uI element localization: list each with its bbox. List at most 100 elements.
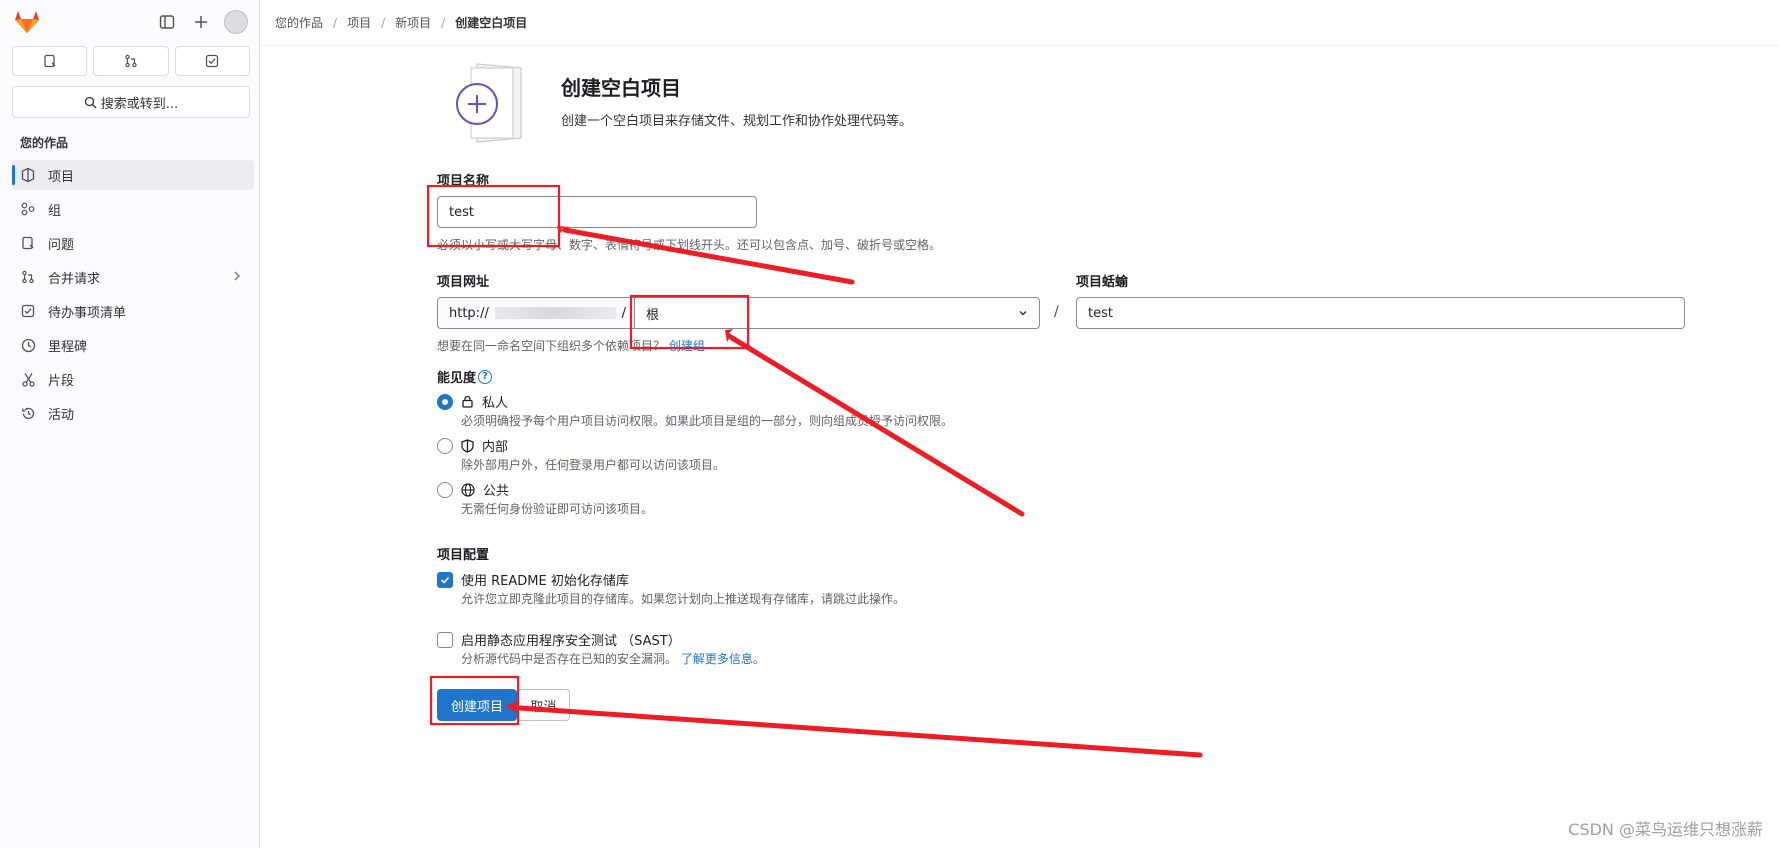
- project-config-label: 项目配置: [437, 548, 490, 563]
- sidebar-item-groups[interactable]: 组: [12, 194, 254, 224]
- breadcrumb: 您的作品 / 项目 / 新项目 / 创建空白项目: [261, 0, 1779, 46]
- slug-separator: /: [1054, 304, 1059, 320]
- sidebar-item-projects[interactable]: 项目: [12, 160, 254, 190]
- create-project-button[interactable]: 创建项目: [437, 689, 517, 721]
- sidebar-item-snippets[interactable]: 片段: [12, 364, 254, 394]
- sidebar-item-label: 问题: [48, 237, 75, 253]
- clock-icon: [20, 337, 36, 353]
- todo-icon: [206, 54, 219, 68]
- project-url-prefix-text: http://: [449, 305, 489, 321]
- radio-internal[interactable]: [437, 437, 453, 454]
- sast-desc: 分析源代码中是否存在已知的安全漏洞。: [461, 652, 678, 666]
- readme-option[interactable]: 使用 README 初始化存储库: [437, 570, 629, 589]
- project-name-help: 必须以小写或大写字母、数字、表情符号或下划线开头。还可以包含点、加号、破折号或空…: [437, 238, 942, 252]
- create-group-link[interactable]: 创建组: [669, 339, 705, 353]
- merge-requests-quick-button[interactable]: [93, 46, 169, 76]
- breadcrumb-item[interactable]: 您的作品: [275, 14, 323, 31]
- todos-quick-button[interactable]: [174, 46, 250, 76]
- visibility-option-label: 内部: [482, 440, 509, 455]
- sidebar-nav: 项目 组 问题 合并请求 待办事项清单 里程碑 片段 活动: [12, 160, 254, 432]
- visibility-label: 能见度: [437, 371, 477, 386]
- breadcrumb-separator: /: [441, 15, 446, 30]
- avatar[interactable]: [224, 10, 248, 34]
- scissors-icon: [20, 371, 36, 387]
- sast-checkbox[interactable]: [437, 631, 453, 648]
- annotation-arrow-project-name: [557, 226, 852, 283]
- todo-icon: [20, 303, 36, 319]
- cancel-button[interactable]: 取消: [517, 689, 570, 721]
- sidebar-item-label: 片段: [48, 373, 75, 389]
- sidebar-item-label: 组: [48, 203, 62, 219]
- visibility-option-desc: 除外部用户外，任何登录用户都可以访问该项目。: [461, 458, 726, 472]
- project-slug-label: 项目蛞蝓: [1076, 275, 1129, 290]
- redacted-host: [494, 307, 616, 319]
- project-name-input[interactable]: test: [437, 196, 757, 228]
- plus-icon[interactable]: [190, 11, 212, 33]
- visibility-option-internal[interactable]: 内部: [437, 436, 508, 455]
- breadcrumb-current: 创建空白项目: [455, 16, 528, 30]
- visibility-option-desc: 必须明确授予每个用户项目访问权限。如果此项目是组的一部分，则向组成员授予访问权限…: [461, 414, 954, 428]
- visibility-label-row: 能见度 ?: [437, 367, 493, 386]
- namespace-help: 想要在同一命名空间下组织多个依赖项目？ 创建组: [437, 337, 705, 354]
- namespace-select[interactable]: 根: [634, 297, 1040, 329]
- readme-checkbox[interactable]: [437, 571, 453, 588]
- readme-desc: 允许您立即克隆此项目的存储库。如果您计划向上推送现有存储库，请跳过此操作。: [461, 592, 906, 606]
- breadcrumb-item[interactable]: 项目: [347, 14, 371, 31]
- page-description: 创建一个空白项目来存储文件、规划工作和协作处理代码等。: [561, 114, 913, 129]
- visibility-option-private[interactable]: 私人: [437, 392, 508, 411]
- sidebar-item-activity[interactable]: 活动: [12, 398, 254, 428]
- visibility-option-public[interactable]: 公共: [437, 480, 509, 499]
- sidebar-item-label: 项目: [48, 169, 75, 185]
- gitlab-logo-icon[interactable]: [14, 10, 40, 34]
- globe-icon: [461, 482, 475, 497]
- project-icon: [20, 167, 36, 183]
- quick-actions: [12, 46, 250, 76]
- sidebar-item-label: 合并请求: [48, 271, 101, 287]
- sidebar-toggle-icon[interactable]: [156, 11, 178, 33]
- search-icon: [84, 96, 97, 108]
- project-url-prefix: http:// /: [437, 297, 635, 329]
- sidebar-item-milestones[interactable]: 里程碑: [12, 330, 254, 360]
- breadcrumb-separator: /: [381, 15, 386, 30]
- sast-desc-row: 分析源代码中是否存在已知的安全漏洞。 了解更多信息。: [461, 650, 765, 667]
- breadcrumb-item[interactable]: 新项目: [395, 14, 431, 31]
- issues-icon: [44, 54, 56, 68]
- sast-option[interactable]: 启用静态应用程序安全测试 （SAST）: [437, 630, 681, 649]
- issues-quick-button[interactable]: [12, 46, 88, 76]
- radio-private[interactable]: [437, 393, 453, 410]
- merge-request-icon: [125, 54, 137, 68]
- project-slug-input[interactable]: test: [1076, 297, 1685, 329]
- sidebar-item-issues[interactable]: 问题: [12, 228, 254, 258]
- learn-more-link[interactable]: 了解更多信息。: [681, 652, 765, 666]
- blank-project-illustration-icon: [456, 63, 522, 143]
- sidebar-item-todos[interactable]: 待办事项清单: [12, 296, 254, 326]
- merge-request-icon: [20, 269, 36, 285]
- sidebar-section-title: 您的作品: [20, 136, 69, 150]
- annotation-arrow-create: [505, 701, 1200, 756]
- checkmark-icon: [440, 576, 450, 584]
- namespace-value: 根: [646, 307, 660, 323]
- sidebar: 搜索或转到... 您的作品 项目 组 问题 合并请求 待办事项清单 里程碑 片段…: [0, 0, 260, 848]
- sidebar-item-label: 里程碑: [48, 339, 88, 355]
- project-name-label: 项目名称: [437, 174, 490, 189]
- help-icon[interactable]: ?: [478, 369, 493, 384]
- issues-icon: [20, 235, 36, 251]
- visibility-option-desc: 无需任何身份验证即可访问该项目。: [461, 502, 654, 516]
- visibility-option-label: 公共: [483, 484, 510, 499]
- chevron-right-icon: [232, 269, 242, 287]
- sidebar-item-merge-requests[interactable]: 合并请求: [12, 262, 254, 292]
- watermark: CSDN @菜鸟运维只想涨薪: [1568, 820, 1763, 839]
- sidebar-top-bar: [12, 8, 248, 38]
- sidebar-item-label: 待办事项清单: [48, 305, 127, 321]
- page-title: 创建空白项目: [561, 76, 681, 100]
- shield-icon: [461, 438, 474, 453]
- visibility-option-label: 私人: [482, 396, 509, 411]
- sidebar-item-label: 活动: [48, 407, 75, 423]
- history-icon: [20, 405, 36, 421]
- search-button[interactable]: 搜索或转到...: [12, 86, 250, 118]
- project-url-label: 项目网址: [437, 275, 490, 290]
- chevron-down-icon: [1019, 311, 1027, 316]
- sast-label: 启用静态应用程序安全测试 （SAST）: [461, 634, 681, 649]
- group-icon: [20, 201, 36, 217]
- radio-public[interactable]: [437, 481, 453, 498]
